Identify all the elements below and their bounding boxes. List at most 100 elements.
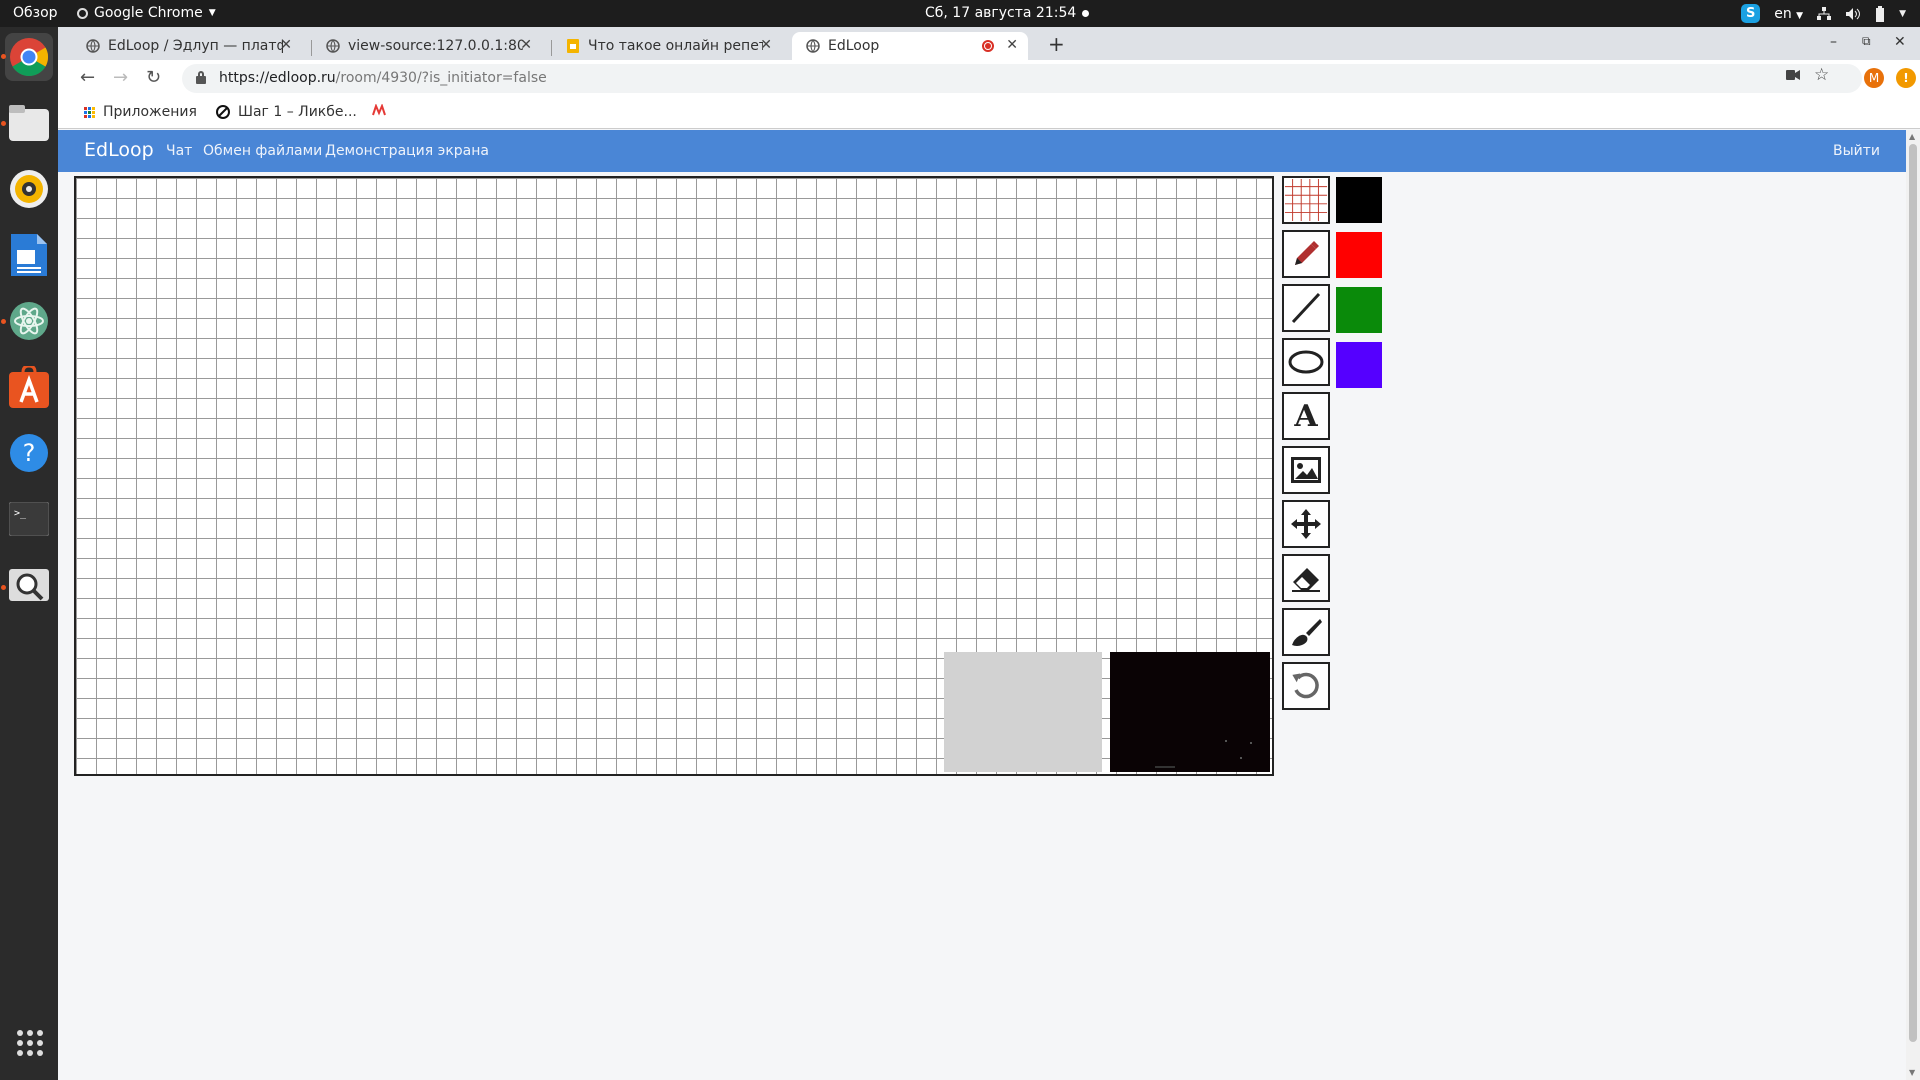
dock-chrome[interactable]: [5, 33, 53, 81]
color-violet[interactable]: [1336, 342, 1382, 388]
tool-move[interactable]: [1282, 500, 1330, 548]
globe-icon: [806, 39, 820, 53]
tab-title: EdLoop / Эдлуп — платф: [108, 38, 283, 54]
minimize-button[interactable]: –: [1830, 34, 1837, 50]
dock-atom[interactable]: [5, 297, 53, 345]
lock-icon: [196, 71, 206, 84]
color-red[interactable]: [1336, 232, 1382, 278]
apps-grid-dot: [27, 1040, 33, 1046]
tool-eraser[interactable]: [1282, 554, 1330, 602]
scroll-down-icon[interactable]: ▼: [1909, 1068, 1915, 1077]
scrollbar-thumb[interactable]: [1909, 144, 1917, 1042]
running-indicator: [1, 585, 6, 590]
tool-undo[interactable]: [1282, 662, 1330, 710]
tool-image[interactable]: [1282, 446, 1330, 494]
camera-icon[interactable]: [1786, 68, 1800, 84]
browser-toolbar: ← → ↻ https://edloop.ru/room/4930/?is_in…: [58, 60, 1920, 97]
move-icon: [1291, 509, 1321, 539]
slides-icon: [566, 39, 580, 53]
recording-dot-icon: [1082, 9, 1090, 17]
apps-grid-dot: [27, 1030, 33, 1036]
new-tab-button[interactable]: +: [1048, 32, 1065, 56]
bookmark-apps[interactable]: Приложения: [84, 104, 197, 120]
activities-button[interactable]: Обзор: [13, 5, 58, 21]
nav-file-exchange[interactable]: Обмен файлами: [203, 143, 322, 159]
tool-line[interactable]: [1282, 284, 1330, 332]
scroll-up-icon[interactable]: ▲: [1909, 132, 1915, 141]
atom-icon: [10, 302, 48, 340]
bookmark-step1[interactable]: Шаг 1 – Ликбе...: [216, 104, 357, 120]
profile-avatar[interactable]: M: [1864, 68, 1884, 88]
terminal-icon: >_: [9, 502, 49, 536]
update-warning-icon[interactable]: !: [1896, 68, 1916, 88]
magnifier-icon: [9, 569, 49, 601]
skype-icon[interactable]: S: [1741, 4, 1761, 23]
whiteboard-canvas[interactable]: [74, 176, 1274, 776]
tool-grid[interactable]: [1282, 176, 1330, 224]
address-bar[interactable]: https://edloop.ru/room/4930/?is_initiato…: [182, 64, 1862, 93]
video-noise: [1240, 757, 1242, 759]
close-icon[interactable]: ✕: [1006, 37, 1018, 53]
apps-grid-dot: [17, 1050, 23, 1056]
volume-icon: [1846, 7, 1861, 20]
color-green[interactable]: [1336, 287, 1382, 333]
os-top-bar: Обзор Google Chrome ▼ Сб, 17 августа 21:…: [0, 0, 1920, 27]
color-black[interactable]: [1336, 177, 1382, 223]
clock-label: Сб, 17 августа 21:54: [925, 5, 1077, 21]
tool-ellipse[interactable]: [1282, 338, 1330, 386]
tab-edloop-platform[interactable]: EdLoop / Эдлуп — платф ✕: [72, 32, 302, 60]
close-window-button[interactable]: ✕: [1894, 34, 1906, 50]
nav-chat[interactable]: Чат: [166, 143, 192, 159]
close-icon[interactable]: ✕: [520, 37, 532, 53]
apps-grid-dot: [37, 1050, 43, 1056]
apps-grid-dot: [27, 1050, 33, 1056]
close-icon[interactable]: ✕: [760, 37, 772, 53]
grid-icon: [1284, 178, 1328, 222]
tool-text[interactable]: A: [1282, 392, 1330, 440]
logout-link[interactable]: Выйти: [1833, 143, 1880, 159]
bookmark-m[interactable]: [372, 104, 386, 116]
nav-screen-share[interactable]: Демонстрация экрана: [325, 143, 489, 159]
reload-button[interactable]: ↻: [146, 67, 161, 88]
globe-icon: [86, 39, 100, 53]
show-applications-button[interactable]: [17, 1030, 43, 1056]
forward-button[interactable]: →: [113, 67, 128, 88]
dock-software-center[interactable]: [5, 363, 53, 411]
tab-strip: EdLoop / Эдлуп — платф ✕ view-source:127…: [58, 27, 1920, 60]
tab-online-tutor[interactable]: Что такое онлайн репети ✕: [552, 32, 782, 60]
tab-title: EdLoop: [828, 38, 880, 54]
dock-rhythmbox[interactable]: [5, 165, 53, 213]
page-scrollbar[interactable]: ▲ ▼: [1906, 130, 1920, 1080]
system-tray[interactable]: S en ▼ ▼: [1741, 4, 1906, 23]
recording-icon: [982, 40, 994, 52]
tab-view-source[interactable]: view-source:127.0.0.1:800 ✕: [312, 32, 542, 60]
writer-icon: [11, 234, 47, 276]
text-icon: A: [1294, 398, 1318, 434]
brush-icon: [1292, 619, 1322, 646]
language-selector[interactable]: en ▼: [1774, 6, 1803, 22]
dock-writer[interactable]: [5, 231, 53, 279]
bookmarks-bar: Приложения Шаг 1 – Ликбе...: [58, 97, 1920, 129]
clock[interactable]: Сб, 17 августа 21:54: [925, 5, 1090, 21]
close-icon[interactable]: ✕: [280, 37, 292, 53]
star-icon[interactable]: ☆: [1814, 65, 1829, 85]
image-icon: [1291, 457, 1321, 483]
tab-edloop[interactable]: EdLoop ✕: [792, 32, 1028, 60]
tool-pencil[interactable]: [1282, 230, 1330, 278]
app-brand[interactable]: EdLoop: [84, 139, 154, 161]
dock-files[interactable]: [5, 99, 53, 147]
circle-slash-icon: [216, 105, 230, 119]
tool-brush[interactable]: [1282, 608, 1330, 656]
dock-screenshot-viewer[interactable]: [5, 561, 53, 609]
dock-terminal[interactable]: >_: [5, 495, 53, 543]
files-icon: [9, 105, 49, 141]
back-button[interactable]: ←: [80, 67, 95, 88]
tab-title: Что такое онлайн репети: [588, 38, 763, 54]
dock-help[interactable]: ?: [5, 429, 53, 477]
app-menu[interactable]: Google Chrome ▼: [77, 5, 216, 21]
network-icon: [1817, 6, 1832, 20]
eraser-icon: [1292, 568, 1320, 592]
restore-button[interactable]: ⧉: [1862, 34, 1871, 49]
url-path: /room/4930/?is_initiator=false: [335, 70, 547, 86]
apps-grid-dot: [37, 1030, 43, 1036]
